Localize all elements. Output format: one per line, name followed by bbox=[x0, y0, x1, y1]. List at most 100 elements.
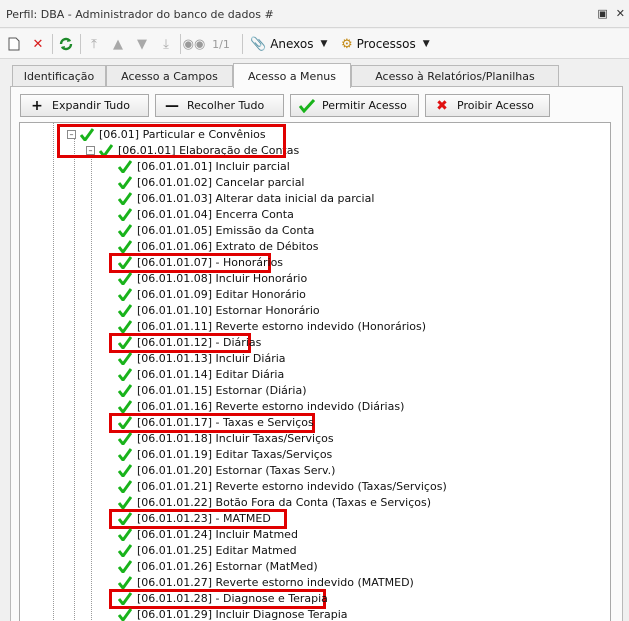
tree-item[interactable]: [06.01.01.08] Incluir Honorário bbox=[118, 270, 307, 286]
check-icon[interactable] bbox=[118, 575, 134, 589]
tree-item[interactable]: [06.01.01.21] Reverte estorno indevido (… bbox=[118, 478, 447, 494]
check-icon[interactable] bbox=[118, 431, 134, 445]
tree-item[interactable]: [06.01.01.28] - Diagnose e Terapia bbox=[118, 590, 328, 606]
tree-item[interactable]: [06.01.01.11] Reverte estorno indevido (… bbox=[118, 318, 426, 334]
tree-item[interactable]: [06.01.01.04] Encerra Conta bbox=[118, 206, 294, 222]
tree-item[interactable]: [06.01.01.18] Incluir Taxas/Serviços bbox=[118, 430, 334, 446]
check-icon[interactable] bbox=[118, 271, 134, 285]
tree-item[interactable]: [06.01.01.23] - MATMED bbox=[118, 510, 271, 526]
tree-item[interactable]: [06.01.01.29] Incluir Diagnose Terapia bbox=[118, 606, 348, 621]
check-icon[interactable] bbox=[118, 303, 134, 317]
last-record-icon[interactable]: ⤓ bbox=[158, 34, 174, 54]
check-icon[interactable] bbox=[118, 607, 134, 621]
new-document-icon[interactable] bbox=[6, 34, 22, 54]
anexos-menu-button[interactable]: 📎 Anexos ▼ bbox=[250, 34, 327, 54]
close-icon[interactable]: ✕ bbox=[616, 7, 625, 20]
check-icon bbox=[298, 98, 316, 113]
check-icon[interactable] bbox=[118, 335, 134, 349]
tree-item[interactable]: [06.01.01.12] - Diárias bbox=[118, 334, 261, 350]
allow-access-button[interactable]: Permitir Acesso bbox=[290, 94, 419, 117]
check-icon[interactable] bbox=[118, 383, 134, 397]
expand-all-button[interactable]: + Expandir Tudo bbox=[20, 94, 149, 117]
tree-item[interactable]: [06.01.01.24] Incluir Matmed bbox=[118, 526, 298, 542]
check-icon[interactable] bbox=[118, 495, 134, 509]
tree-item[interactable]: [06.01.01.17] - Taxas e Serviços bbox=[118, 414, 314, 430]
check-icon[interactable] bbox=[118, 415, 134, 429]
tree-guide-line bbox=[53, 123, 54, 621]
tree-item[interactable]: [06.01.01.20] Estornar (Taxas Serv.) bbox=[118, 462, 335, 478]
tree-item[interactable]: [06.01.01.05] Emissão da Conta bbox=[118, 222, 314, 238]
check-icon[interactable] bbox=[118, 591, 134, 605]
tree-item[interactable]: [06.01.01.07] - Honorários bbox=[118, 254, 283, 270]
check-icon[interactable] bbox=[118, 367, 134, 381]
processos-menu-button[interactable]: ⚙ Processos ▼ bbox=[341, 34, 430, 54]
tree-item[interactable]: [06.01.01.13] Incluir Diária bbox=[118, 350, 286, 366]
first-record-icon[interactable]: ⤒ bbox=[86, 34, 102, 54]
tree-item[interactable]: [06.01.01.14] Editar Diária bbox=[118, 366, 284, 382]
tree-item[interactable]: [06.01.01.26] Estornar (MatMed) bbox=[118, 558, 318, 574]
tree-item-label: [06.01.01.19] Editar Taxas/Serviços bbox=[137, 447, 333, 461]
chevron-down-icon: ▼ bbox=[320, 39, 328, 49]
tree-item-label: [06.01.01.11] Reverte estorno indevido (… bbox=[137, 319, 427, 333]
tree-item-label: [06.01.01.05] Emissão da Conta bbox=[137, 223, 315, 237]
delete-icon[interactable]: ✕ bbox=[30, 34, 46, 54]
check-icon[interactable] bbox=[118, 207, 134, 221]
menu-tree: – [06.01] Particular e Convênios – [06.0… bbox=[19, 122, 611, 621]
check-icon[interactable] bbox=[118, 527, 134, 541]
check-icon[interactable] bbox=[118, 559, 134, 573]
tree-item[interactable]: [06.01.01.03] Alterar data inicial da pa… bbox=[118, 190, 374, 206]
tree-item-label: [06.01.01.22] Botão Fora da Conta (Taxas… bbox=[137, 495, 432, 509]
tree-item-label: [06.01.01.24] Incluir Matmed bbox=[137, 527, 298, 541]
check-icon[interactable] bbox=[118, 175, 134, 189]
tree-item[interactable]: [06.01.01.06] Extrato de Débitos bbox=[118, 238, 318, 254]
deny-access-button[interactable]: ✖ Proibir Acesso bbox=[425, 94, 550, 117]
tree-item[interactable]: [06.01.01.10] Estornar Honorário bbox=[118, 302, 320, 318]
refresh-icon[interactable] bbox=[57, 34, 75, 54]
check-icon[interactable] bbox=[118, 479, 134, 493]
tree-item-label: [06.01.01.25] Editar Matmed bbox=[137, 543, 297, 557]
tree-item[interactable]: [06.01.01.16] Reverte estorno indevido (… bbox=[118, 398, 404, 414]
check-icon[interactable] bbox=[118, 447, 134, 461]
tree-item[interactable]: [06.01.01.09] Editar Honorário bbox=[118, 286, 306, 302]
check-icon[interactable] bbox=[118, 255, 134, 269]
tree-item[interactable]: [06.01.01.27] Reverte estorno indevido (… bbox=[118, 574, 414, 590]
toolbar-separator bbox=[80, 34, 81, 54]
previous-record-icon[interactable]: ▲ bbox=[110, 34, 126, 54]
tab-acesso-menus[interactable]: Acesso a Menus bbox=[233, 63, 351, 88]
tree-item[interactable]: [06.01.01.25] Editar Matmed bbox=[118, 542, 297, 558]
check-icon[interactable] bbox=[118, 319, 134, 333]
tree-item[interactable]: [06.01.01.01] Incluir parcial bbox=[118, 158, 290, 174]
tree-item[interactable]: [06.01.01.19] Editar Taxas/Serviços bbox=[118, 446, 332, 462]
toolbar-separator bbox=[52, 34, 53, 54]
window-title: Perfil: DBA - Administrador do banco de … bbox=[6, 8, 274, 21]
check-icon[interactable] bbox=[118, 191, 134, 205]
tree-item[interactable]: [06.01.01.22] Botão Fora da Conta (Taxas… bbox=[118, 494, 431, 510]
check-icon[interactable] bbox=[118, 543, 134, 557]
check-icon[interactable] bbox=[118, 511, 134, 525]
chevron-down-icon: ▼ bbox=[422, 39, 430, 49]
tree-item-label: [06.01.01.29] Incluir Diagnose Terapia bbox=[137, 607, 348, 621]
tab-identificacao[interactable]: Identificação bbox=[12, 65, 106, 87]
tree-item-label: [06.01.01.02] Cancelar parcial bbox=[137, 175, 305, 189]
tab-acesso-relatorios[interactable]: Acesso à Relatórios/Planilhas bbox=[351, 65, 559, 87]
tree-item-label: [06.01.01.10] Estornar Honorário bbox=[137, 303, 320, 317]
tree-item[interactable]: [06.01.01.02] Cancelar parcial bbox=[118, 174, 305, 190]
tree-item[interactable]: [06.01.01.15] Estornar (Diária) bbox=[118, 382, 307, 398]
tree-guide-line bbox=[91, 151, 92, 621]
check-icon[interactable] bbox=[118, 287, 134, 301]
check-icon[interactable] bbox=[118, 239, 134, 253]
binoculars-icon[interactable]: ◉◉ bbox=[183, 34, 206, 54]
tab-acesso-campos[interactable]: Acesso a Campos bbox=[106, 65, 233, 87]
tab-strip: Identificação Acesso a Campos Acesso a M… bbox=[0, 60, 629, 88]
tree-item-label: [06.01.01.07] - Honorários bbox=[137, 255, 284, 269]
toolbar-separator bbox=[180, 34, 181, 54]
tree-item-label: [06.01.01.28] - Diagnose e Terapia bbox=[137, 591, 328, 605]
pin-icon[interactable]: ▣ bbox=[597, 7, 607, 20]
check-icon[interactable] bbox=[118, 351, 134, 365]
check-icon[interactable] bbox=[118, 159, 134, 173]
check-icon[interactable] bbox=[118, 223, 134, 237]
next-record-icon[interactable]: ▼ bbox=[134, 34, 150, 54]
collapse-all-button[interactable]: — Recolher Tudo bbox=[155, 94, 284, 117]
check-icon[interactable] bbox=[118, 463, 134, 477]
check-icon[interactable] bbox=[118, 399, 134, 413]
